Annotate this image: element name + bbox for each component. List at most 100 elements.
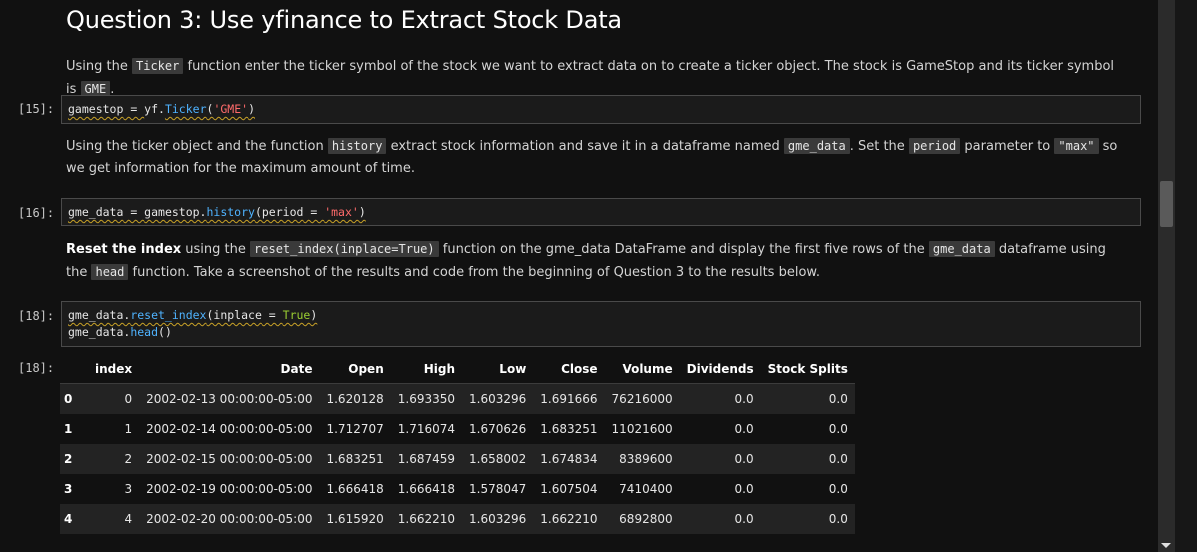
table-cell: 0.0 bbox=[734, 512, 754, 526]
code-token: = bbox=[261, 308, 283, 322]
table-row: 2 2 2002-02-15 00:00:00-05:00 1.683251 1… bbox=[60, 444, 855, 474]
inline-code-head: head bbox=[91, 264, 129, 280]
table-cell: 8389600 bbox=[619, 452, 673, 466]
inline-code-period: period bbox=[908, 138, 961, 154]
code-cell-18[interactable]: gme_data.reset_index(inplace = True) gme… bbox=[61, 301, 1141, 347]
code-token: gme_data bbox=[68, 205, 124, 219]
column-header: Dividends bbox=[686, 362, 754, 376]
column-header: Stock Splits bbox=[767, 362, 848, 376]
row-index: 0 bbox=[64, 392, 73, 406]
table-cell: 1.716074 bbox=[397, 422, 456, 436]
cell-prompt-15: [15]: bbox=[18, 102, 55, 116]
table-cell: 1.691666 bbox=[540, 392, 598, 406]
table-row: 3 3 2002-02-19 00:00:00-05:00 1.666418 1… bbox=[60, 474, 855, 504]
code-token: (period bbox=[254, 205, 304, 219]
table-cell: 1.658002 bbox=[469, 452, 527, 466]
table-cell: 76216000 bbox=[611, 392, 673, 406]
table-cell: 4 bbox=[124, 512, 133, 526]
column-header: index bbox=[95, 362, 133, 376]
code-token: () bbox=[158, 325, 172, 339]
code-token: history bbox=[206, 205, 255, 219]
code-token: = bbox=[123, 205, 145, 219]
column-header: Volume bbox=[622, 362, 673, 376]
table-cell: 0.0 bbox=[828, 452, 848, 466]
table-row: 4 4 2002-02-20 00:00:00-05:00 1.615920 1… bbox=[60, 504, 855, 534]
table-cell: 0.0 bbox=[734, 452, 754, 466]
inline-code-ticker: Ticker bbox=[132, 58, 184, 74]
table-cell: 1.674834 bbox=[540, 452, 598, 466]
scrollbar-thumb[interactable] bbox=[1160, 181, 1173, 227]
md-bold-text: Reset the index bbox=[66, 242, 182, 257]
code-token: gamestop bbox=[68, 102, 124, 116]
table-cell: 1.683251 bbox=[326, 452, 384, 466]
table-cell: 1.683251 bbox=[540, 422, 598, 436]
code-token: yf. bbox=[144, 102, 165, 116]
row-index: 4 bbox=[64, 512, 73, 526]
table-cell: 0.0 bbox=[828, 512, 848, 526]
md-text: Using the ticker object and the function bbox=[66, 139, 328, 154]
dataframe-header-row: index Date Open High Low Close Volume Di… bbox=[60, 355, 855, 384]
table-cell: 1.603296 bbox=[469, 392, 527, 406]
code-token: ) bbox=[248, 102, 255, 116]
code-cell-15[interactable]: gamestop = yf.Ticker('GME') bbox=[61, 95, 1141, 124]
table-cell: 0.0 bbox=[734, 422, 754, 436]
md-text: function. Take a screenshot of the resul… bbox=[128, 265, 820, 280]
table-cell: 0 bbox=[124, 392, 133, 406]
table-cell: 0.0 bbox=[828, 422, 848, 436]
code-token: Ticker bbox=[164, 102, 207, 116]
vertical-scrollbar[interactable] bbox=[1158, 0, 1175, 552]
code-token: = bbox=[303, 205, 325, 219]
code-cell-16[interactable]: gme_data = gamestop.history(period = 'ma… bbox=[61, 198, 1141, 226]
column-header: Close bbox=[561, 362, 598, 376]
table-cell: 1.687459 bbox=[397, 452, 456, 466]
table-cell: 1.670626 bbox=[469, 422, 527, 436]
md-text: function on the gme_data DataFrame and d… bbox=[438, 242, 929, 257]
output-prompt-18: [18]: bbox=[18, 361, 55, 375]
code-token: ) bbox=[358, 205, 366, 219]
column-header: Date bbox=[280, 362, 313, 376]
window-edge bbox=[1175, 0, 1197, 552]
table-cell: 2002-02-15 00:00:00-05:00 bbox=[146, 452, 313, 466]
code-token: gamestop. bbox=[144, 205, 207, 219]
dataframe-output: index Date Open High Low Close Volume Di… bbox=[60, 355, 855, 534]
table-cell: 1.712707 bbox=[326, 422, 384, 436]
code-token: 'GME' bbox=[213, 102, 249, 116]
table-cell: 1.662210 bbox=[540, 512, 598, 526]
table-cell: 7410400 bbox=[619, 482, 673, 496]
code-token: 'max' bbox=[324, 205, 359, 219]
scroll-down-arrow-icon[interactable] bbox=[1161, 543, 1171, 548]
table-cell: 1.666418 bbox=[326, 482, 384, 496]
markdown-cell-reset-index[interactable]: Reset the index using the reset_index(in… bbox=[66, 238, 1126, 284]
md-text: using the bbox=[181, 242, 251, 257]
code-token: head bbox=[130, 325, 159, 339]
row-index: 1 bbox=[64, 422, 73, 436]
code-token: reset_index bbox=[130, 308, 207, 322]
table-cell: 1.578047 bbox=[469, 482, 527, 496]
column-header bbox=[60, 355, 88, 384]
table-cell: 1.607504 bbox=[540, 482, 598, 496]
table-cell: 2002-02-13 00:00:00-05:00 bbox=[146, 392, 313, 406]
table-row: 1 1 2002-02-14 00:00:00-05:00 1.712707 1… bbox=[60, 414, 855, 444]
code-token: (inplace bbox=[206, 308, 262, 322]
table-cell: 2002-02-19 00:00:00-05:00 bbox=[146, 482, 313, 496]
md-text: function enter the ticker symbol of the … bbox=[66, 59, 1115, 97]
table-row: 0 0 2002-02-13 00:00:00-05:00 1.620128 1… bbox=[60, 383, 855, 414]
table-cell: 1.662210 bbox=[397, 512, 456, 526]
column-header: Open bbox=[348, 362, 384, 376]
question-heading: Question 3: Use yfinance to Extract Stoc… bbox=[66, 6, 622, 34]
column-header: High bbox=[423, 362, 456, 376]
table-cell: 1.620128 bbox=[326, 392, 384, 406]
markdown-cell-history[interactable]: Using the ticker object and the function… bbox=[66, 135, 1126, 180]
code-token: gme_data. bbox=[68, 325, 131, 339]
code-line-1: gme_data.reset_index(inplace = True) bbox=[68, 307, 1134, 324]
table-cell: 0.0 bbox=[828, 392, 848, 406]
table-cell: 0.0 bbox=[734, 482, 754, 496]
code-token: ) bbox=[310, 308, 318, 322]
table-cell: 6892800 bbox=[619, 512, 673, 526]
code-token: True bbox=[282, 308, 311, 322]
code-token: gme_data. bbox=[68, 308, 131, 322]
code-line-2: gme_data.head() bbox=[68, 324, 1134, 341]
table-cell: 2002-02-20 00:00:00-05:00 bbox=[146, 512, 313, 526]
inline-code-history: history bbox=[327, 138, 387, 154]
md-text: Using the bbox=[66, 59, 132, 74]
